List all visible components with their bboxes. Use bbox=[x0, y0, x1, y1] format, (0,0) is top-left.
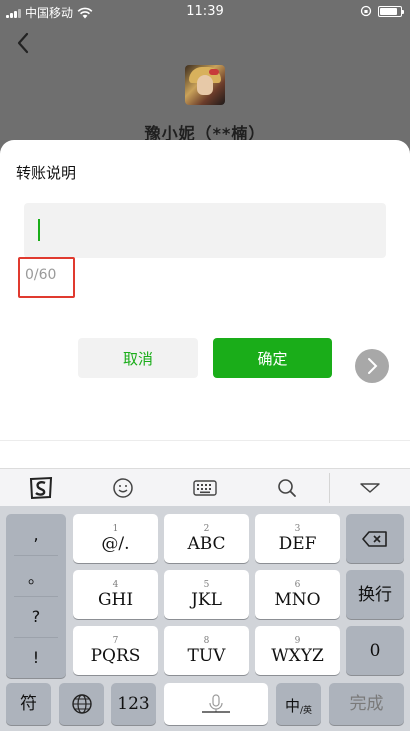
clock: 11:39 bbox=[186, 4, 224, 19]
backspace-key[interactable] bbox=[346, 514, 404, 563]
note-input[interactable] bbox=[24, 203, 386, 258]
back-arrow-icon[interactable] bbox=[12, 30, 36, 56]
keyboard-toolbar bbox=[0, 468, 410, 506]
char-counter-highlight: 0/60 bbox=[18, 257, 75, 298]
globe-icon bbox=[71, 694, 92, 714]
key-3[interactable]: 3 DEF bbox=[255, 514, 340, 563]
backspace-icon bbox=[362, 530, 387, 547]
space-key[interactable] bbox=[164, 683, 268, 725]
punct-key[interactable]: 。 bbox=[6, 555, 66, 596]
keyboard-icon[interactable] bbox=[192, 475, 218, 501]
emoji-icon[interactable] bbox=[110, 475, 136, 501]
punct-key[interactable]: , bbox=[6, 514, 66, 555]
recipient-avatar bbox=[185, 65, 225, 105]
status-bar: 中国移动 11:39 bbox=[0, 0, 410, 24]
key-6[interactable]: 6 MNO bbox=[255, 570, 340, 619]
newline-key[interactable]: 换行 bbox=[346, 570, 404, 619]
chevron-right-icon bbox=[368, 358, 378, 374]
next-button[interactable] bbox=[355, 349, 389, 383]
key-9[interactable]: 9 WXYZ bbox=[255, 626, 340, 675]
punctuation-column[interactable]: , 。 ? ! bbox=[6, 514, 66, 678]
sogou-logo-icon[interactable] bbox=[28, 475, 54, 501]
punct-key[interactable]: ? bbox=[6, 596, 66, 637]
symbol-key[interactable]: 符 bbox=[6, 683, 51, 725]
status-right bbox=[360, 5, 404, 17]
cancel-button[interactable]: 取消 bbox=[78, 338, 198, 378]
confirm-button[interactable]: 确定 bbox=[213, 338, 332, 378]
orientation-lock-icon bbox=[360, 5, 372, 17]
key-4[interactable]: 4 GHI bbox=[73, 570, 158, 619]
key-5[interactable]: 5 JKL bbox=[164, 570, 249, 619]
key-2[interactable]: 2 ABC bbox=[164, 514, 249, 563]
battery-icon bbox=[378, 5, 404, 17]
zero-key[interactable]: 0 bbox=[346, 626, 404, 675]
numeric-key[interactable]: 123 bbox=[111, 683, 156, 725]
punct-key[interactable]: ! bbox=[6, 637, 66, 678]
globe-key[interactable] bbox=[59, 683, 104, 725]
char-counter: 0/60 bbox=[25, 267, 57, 283]
keyboard: , 。 ? ! 1 @/. 2 ABC 3 DEF 4 GHI 5 JKL 6 … bbox=[0, 506, 410, 731]
dialog-title: 转账说明 bbox=[16, 164, 77, 182]
search-icon[interactable] bbox=[274, 475, 300, 501]
done-key[interactable]: 完成 bbox=[329, 683, 404, 725]
microphone-icon bbox=[202, 694, 230, 713]
language-key[interactable]: 中/英 bbox=[276, 683, 321, 725]
key-7[interactable]: 7 PQRS bbox=[73, 626, 158, 675]
collapse-keyboard-icon[interactable] bbox=[357, 475, 383, 501]
text-caret bbox=[38, 219, 40, 241]
key-8[interactable]: 8 TUV bbox=[164, 626, 249, 675]
key-1[interactable]: 1 @/. bbox=[73, 514, 158, 563]
divider bbox=[0, 440, 410, 441]
toolbar-divider bbox=[329, 473, 330, 503]
transfer-note-dialog: 转账说明 0/60 取消 确定 bbox=[0, 140, 410, 470]
